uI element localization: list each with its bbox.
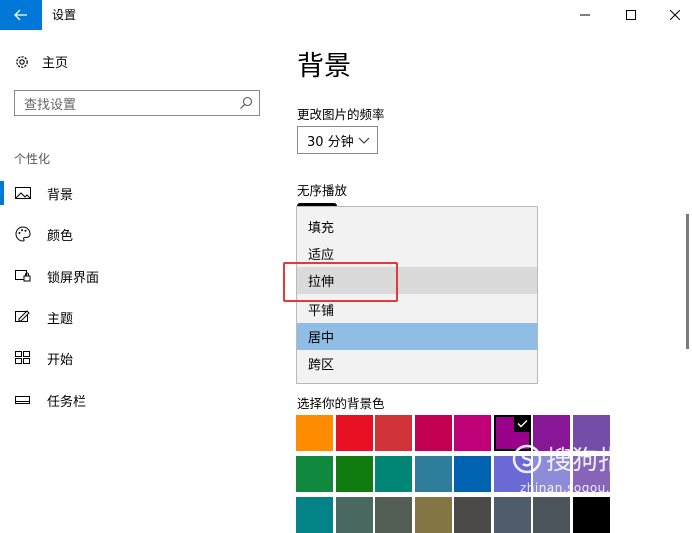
- fit-option-fill[interactable]: 填充: [297, 213, 537, 240]
- color-swatch[interactable]: [296, 497, 333, 533]
- sidebar-item-label: 主题: [47, 311, 74, 327]
- sidebar-item-label: 任务栏: [47, 394, 87, 410]
- color-swatch[interactable]: [375, 497, 412, 533]
- color-swatch[interactable]: [335, 497, 373, 533]
- fit-option-label: 填充: [308, 221, 335, 236]
- close-button[interactable]: [652, 0, 692, 30]
- watermark: 搜狗指南: [512, 440, 650, 477]
- color-swatch[interactable]: [335, 456, 373, 492]
- sidebar-item-label: 颜色: [47, 228, 74, 244]
- sidebar-item-lock-screen[interactable]: 锁屏界面: [0, 256, 270, 296]
- highlight-annotation: [283, 262, 398, 302]
- color-label: 选择你的背景色: [297, 396, 385, 411]
- palette-icon: [13, 226, 33, 242]
- watermark-brand: 搜狗指南: [546, 446, 651, 476]
- sidebar-item-background[interactable]: 背景: [0, 173, 270, 213]
- theme-brush-icon: [13, 310, 33, 324]
- sidebar-item-label: 开始: [47, 352, 74, 368]
- fit-option-center[interactable]: 居中: [297, 323, 537, 350]
- start-grid-icon: [13, 351, 33, 365]
- picture-icon: [13, 186, 33, 200]
- sidebar-item-taskbar[interactable]: 任务栏: [0, 380, 270, 420]
- sidebar-item-colors[interactable]: 颜色: [0, 214, 270, 254]
- color-swatch[interactable]: [493, 497, 531, 533]
- color-swatch[interactable]: [414, 415, 452, 451]
- color-swatch[interactable]: [414, 456, 452, 492]
- color-swatch[interactable]: [454, 415, 491, 451]
- interval-value: 30 分钟: [307, 134, 354, 150]
- fit-option-label: 平铺: [308, 304, 335, 319]
- search-input[interactable]: 查找设置: [14, 90, 260, 116]
- color-swatch[interactable]: [375, 415, 412, 451]
- shuffle-label: 无序播放: [297, 183, 348, 198]
- sogou-logo-icon: [512, 444, 542, 473]
- color-swatch[interactable]: [296, 456, 333, 492]
- interval-label: 更改图片的频率: [297, 107, 385, 122]
- fit-option-span[interactable]: 跨区: [297, 350, 537, 377]
- checkmark-icon: [513, 415, 531, 432]
- fit-option-label: 居中: [308, 331, 335, 346]
- maximize-icon: [626, 10, 636, 20]
- sidebar-item-start[interactable]: 开始: [0, 338, 270, 378]
- color-swatch[interactable]: [454, 497, 491, 533]
- lock-screen-icon: [13, 269, 33, 283]
- color-swatch[interactable]: [335, 415, 373, 451]
- color-swatch[interactable]: [533, 497, 570, 533]
- sidebar-item-themes[interactable]: 主题: [0, 297, 270, 337]
- back-arrow-icon: [14, 9, 27, 21]
- sidebar-item-label: 背景: [47, 187, 74, 203]
- minimize-button[interactable]: [562, 0, 608, 30]
- close-icon: [670, 10, 680, 20]
- sidebar-item-label: 锁屏界面: [47, 270, 100, 286]
- maximize-button[interactable]: [608, 0, 654, 30]
- taskbar-icon: [13, 394, 33, 406]
- section-title: 个性化: [14, 152, 51, 166]
- scrollbar[interactable]: [686, 214, 689, 349]
- search-placeholder: 查找设置: [24, 97, 77, 113]
- gear-icon: [16, 55, 28, 68]
- color-swatch[interactable]: [414, 497, 452, 533]
- back-button[interactable]: [0, 0, 42, 30]
- sidebar-home[interactable]: 主页: [14, 52, 68, 71]
- color-swatch[interactable]: [572, 497, 610, 533]
- search-icon: [240, 96, 253, 109]
- interval-select[interactable]: 30 分钟: [297, 126, 378, 154]
- window-title: 设置: [52, 8, 77, 22]
- chevron-down-icon: [358, 137, 370, 144]
- home-label: 主页: [42, 56, 69, 71]
- minimize-icon: [580, 14, 590, 16]
- color-swatch[interactable]: [375, 456, 412, 492]
- color-swatch[interactable]: [454, 456, 491, 492]
- color-swatch[interactable]: [296, 415, 333, 451]
- watermark-url: zhinan.sogou.com: [520, 481, 638, 495]
- fit-option-label: 跨区: [308, 358, 335, 373]
- page-title: 背景: [297, 51, 351, 82]
- fit-option-label: 适应: [308, 248, 335, 263]
